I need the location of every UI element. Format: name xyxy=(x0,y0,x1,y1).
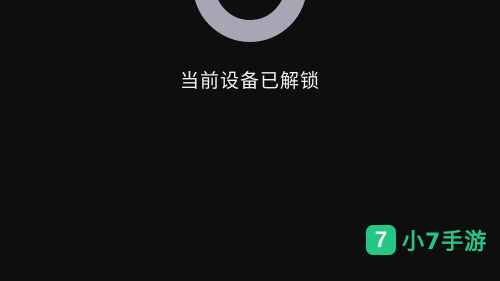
watermark: 7 小7手游 xyxy=(366,224,487,256)
brand-logo-icon: 7 xyxy=(366,225,396,255)
brand-name: 小7手游 xyxy=(402,230,488,255)
unlock-status-text: 当前设备已解锁 xyxy=(179,70,320,92)
unlocked-ring-icon xyxy=(195,0,305,42)
lock-screen: 当前设备已解锁 7 小7手游 xyxy=(0,0,500,281)
